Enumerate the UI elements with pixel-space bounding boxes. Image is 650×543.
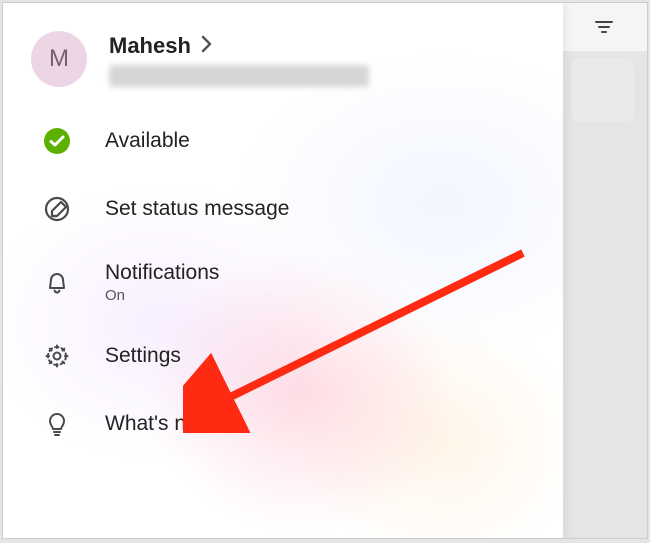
- menu-item-presence[interactable]: Available: [3, 107, 563, 175]
- chevron-right-icon: [201, 33, 212, 59]
- filter-icon: [592, 15, 616, 39]
- presence-label: Available: [105, 129, 190, 153]
- bell-icon: [41, 267, 73, 299]
- menu-item-set-status[interactable]: Set status message: [3, 175, 563, 243]
- profile-header[interactable]: M Mahesh: [3, 3, 563, 99]
- menu-item-whats-new[interactable]: What's new: [3, 390, 563, 458]
- profile-menu-panel: M Mahesh: [3, 3, 563, 538]
- menu-item-settings[interactable]: Settings: [3, 322, 563, 390]
- set-status-label: Set status message: [105, 197, 289, 221]
- avatar: M: [31, 31, 87, 87]
- background-card: [571, 58, 635, 122]
- settings-label: Settings: [105, 344, 181, 368]
- filter-button[interactable]: [561, 3, 647, 51]
- whats-new-label: What's new: [105, 412, 213, 436]
- notifications-label: Notifications: [105, 261, 219, 285]
- notifications-value: On: [105, 287, 219, 304]
- gear-icon: [41, 340, 73, 372]
- menu-item-notifications[interactable]: Notifications On: [3, 243, 563, 322]
- profile-email-redacted: [109, 65, 369, 87]
- available-icon: [41, 125, 73, 157]
- profile-name: Mahesh: [109, 33, 191, 59]
- edit-status-icon: [41, 193, 73, 225]
- lightbulb-icon: [41, 408, 73, 440]
